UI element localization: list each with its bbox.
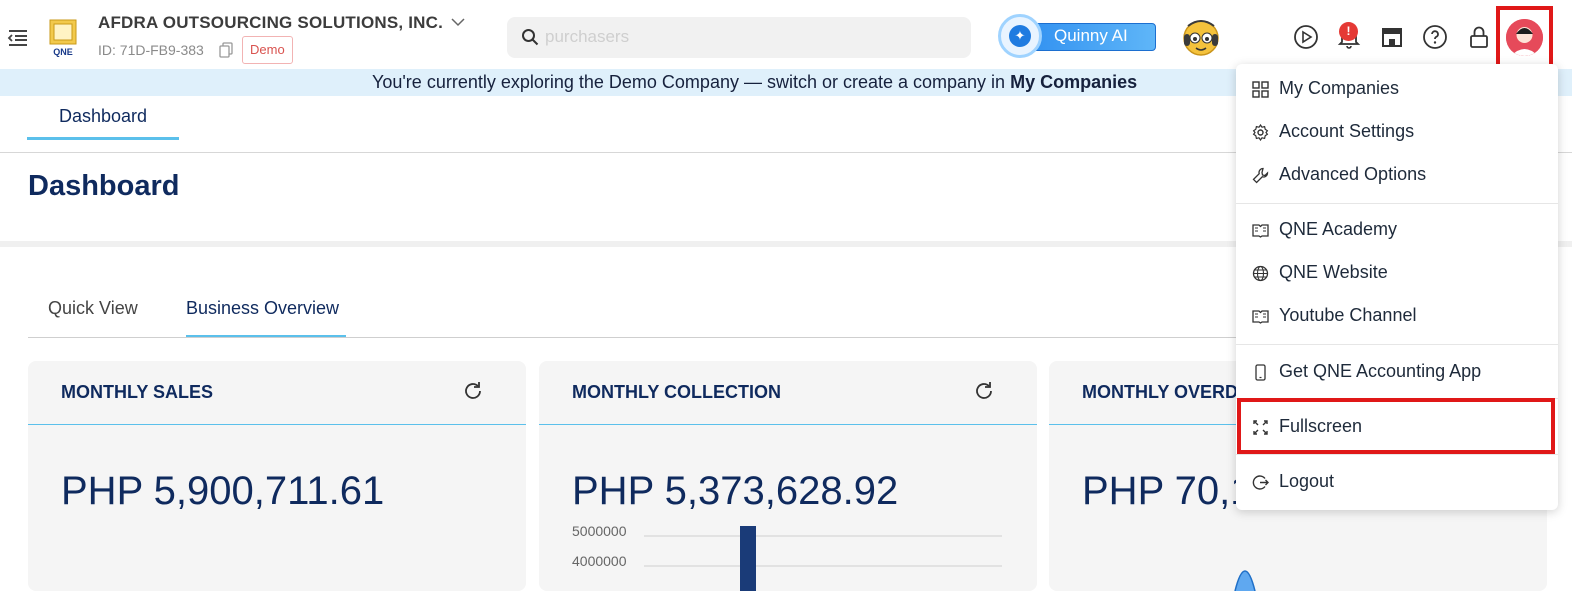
lock-icon[interactable] xyxy=(1466,24,1492,50)
notification-badge: ! xyxy=(1339,22,1358,41)
gear-icon xyxy=(1252,124,1269,141)
top-bar: QNE AFDRA OUTSOURCING SOLUTIONS, INC. ID… xyxy=(0,0,1572,70)
chevron-down-icon[interactable] xyxy=(450,14,466,30)
menu-item-label: Logout xyxy=(1279,471,1335,491)
axis-tick-label: 4000000 xyxy=(572,553,627,569)
help-icon[interactable] xyxy=(1422,24,1448,50)
page-title: Dashboard xyxy=(28,170,180,202)
demo-badge: Demo xyxy=(242,36,293,64)
menu-toggle-icon[interactable] xyxy=(6,26,30,50)
menu-item-youtube-channel[interactable]: Youtube Channel xyxy=(1236,296,1558,336)
menu-item-my-companies[interactable]: My Companies xyxy=(1236,69,1558,109)
refresh-icon[interactable] xyxy=(973,380,995,402)
tab-dashboard[interactable]: Dashboard xyxy=(27,96,179,140)
card-amount: PHP 70,1 xyxy=(1082,469,1253,513)
chart-peak xyxy=(1234,570,1256,591)
search-icon xyxy=(522,29,539,46)
card-header: MONTHLY SALES xyxy=(28,361,526,425)
tab-business-overview[interactable]: Business Overview xyxy=(186,288,346,338)
card-title: MONTHLY SALES xyxy=(61,382,214,402)
quinny-ai-label: Quinny AI xyxy=(1054,26,1128,45)
menu-item-qne-website[interactable]: QNE Website xyxy=(1236,253,1558,293)
menu-item-get-app[interactable]: Get QNE Accounting App xyxy=(1236,352,1558,392)
quinny-ai-button[interactable]: Quinny AI ✦ xyxy=(998,14,1158,60)
refresh-icon[interactable] xyxy=(462,380,484,402)
card-header: MONTHLY COLLECTION xyxy=(539,361,1037,425)
book-icon xyxy=(1252,224,1269,238)
chart-bar xyxy=(740,526,756,591)
copy-icon[interactable] xyxy=(219,42,233,58)
menu-item-label: QNE Academy xyxy=(1279,219,1398,239)
collection-mini-chart: 5000000 4000000 xyxy=(572,526,1002,591)
search-bar xyxy=(507,17,971,58)
menu-item-qne-academy[interactable]: QNE Academy xyxy=(1236,210,1558,250)
menu-item-label: QNE Website xyxy=(1279,262,1388,282)
menu-item-label: Advanced Options xyxy=(1279,164,1427,184)
menu-item-label: Get QNE Accounting App xyxy=(1279,361,1482,381)
assistant-bot-icon[interactable] xyxy=(1176,14,1226,62)
book-icon xyxy=(1252,310,1269,324)
axis-tick-label: 5000000 xyxy=(572,526,627,539)
menu-separator xyxy=(1236,454,1558,455)
monthly-sales-card: MONTHLY SALES PHP 5,900,711.61 xyxy=(28,361,526,591)
card-amount: PHP 5,900,711.61 xyxy=(61,469,385,513)
my-companies-link[interactable]: My Companies xyxy=(1010,72,1137,92)
expand-icon xyxy=(1253,420,1268,435)
company-id: ID: 71D-FB9-383 xyxy=(98,42,204,58)
company-name: AFDRA OUTSOURCING SOLUTIONS, INC. xyxy=(98,13,444,32)
wrench-icon xyxy=(1252,167,1269,184)
avatar-highlight xyxy=(1496,6,1553,69)
menu-item-label: Youtube Channel xyxy=(1279,305,1417,325)
search-input[interactable] xyxy=(545,22,955,52)
menu-separator xyxy=(1236,344,1558,345)
play-circle-icon[interactable] xyxy=(1293,24,1319,50)
card-amount: PHP 5,373,628.92 xyxy=(572,469,899,513)
monthly-collection-card: MONTHLY COLLECTION PHP 5,373,628.92 5000… xyxy=(539,361,1037,591)
phone-icon xyxy=(1255,364,1266,381)
svg-text:QNE: QNE xyxy=(53,47,73,57)
menu-item-fullscreen[interactable]: Fullscreen xyxy=(1236,407,1558,447)
menu-separator xyxy=(1236,398,1558,399)
menu-item-advanced-options[interactable]: Advanced Options xyxy=(1236,155,1558,195)
avatar[interactable] xyxy=(1506,19,1543,56)
sparkle-icon: ✦ xyxy=(998,14,1042,58)
demo-banner-text: You're currently exploring the Demo Comp… xyxy=(372,69,1137,95)
store-icon[interactable] xyxy=(1379,24,1405,50)
menu-item-label: My Companies xyxy=(1279,78,1400,98)
account-dropdown-menu: My Companies Account Settings Advanced O… xyxy=(1236,64,1558,510)
tab-quick-view[interactable]: Quick View xyxy=(48,288,138,338)
card-title: MONTHLY COLLECTION xyxy=(572,382,782,402)
qne-logo: QNE xyxy=(49,19,77,57)
menu-item-label: Account Settings xyxy=(1279,121,1415,141)
banner-message: You're currently exploring the Demo Comp… xyxy=(372,72,1011,92)
logout-icon xyxy=(1252,475,1269,490)
menu-separator xyxy=(1236,203,1558,204)
menu-item-logout[interactable]: Logout xyxy=(1236,462,1558,502)
menu-item-account-settings[interactable]: Account Settings xyxy=(1236,112,1558,152)
globe-icon xyxy=(1252,265,1269,282)
grid-icon xyxy=(1252,81,1269,98)
menu-item-label: Fullscreen xyxy=(1279,416,1363,436)
card-title: MONTHLY OVERD xyxy=(1082,382,1239,402)
